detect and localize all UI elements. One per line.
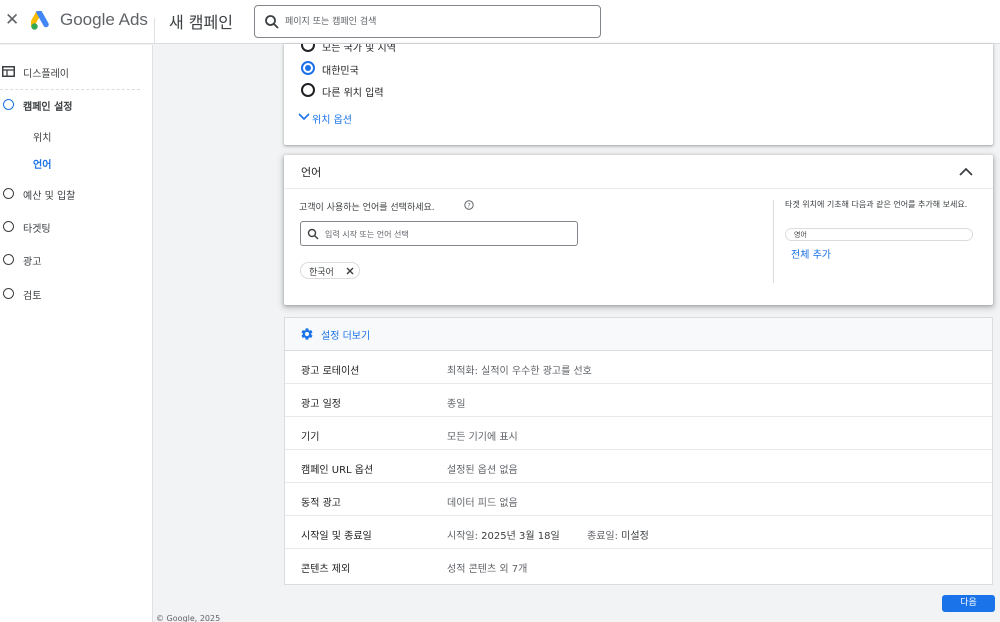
setting-value: 최적화: 실적이 우수한 광고를 선호 xyxy=(447,366,592,377)
sidebar-item-campaign-settings[interactable]: 캠페인 설정 xyxy=(0,93,150,117)
brand-name: Google Ads xyxy=(60,10,148,29)
vertical-divider xyxy=(773,200,774,283)
setting-key: 시작일 및 종료일 xyxy=(301,531,372,542)
end-date-value: 미설정 xyxy=(621,531,649,542)
sidebar-item-label: 예산 및 입찰 xyxy=(23,191,76,202)
setting-row-dates[interactable]: 시작일 및 종료일 시작일: 2025년 3월 18일 종료일: 미설정 xyxy=(285,516,992,549)
step-circle-icon xyxy=(3,99,14,110)
sidebar-subitem-location[interactable]: 위치 xyxy=(33,129,51,149)
radio-selected-icon xyxy=(301,61,315,75)
more-settings-label: 설정 더보기 xyxy=(321,331,371,342)
setting-value: 성적 콘텐츠 외 7개 xyxy=(447,564,528,575)
sidebar-item-budget-bidding[interactable]: 예산 및 입찰 xyxy=(0,182,150,206)
page-title: 새 캠페인 xyxy=(169,13,233,32)
location-card: 모든 국가 및 지역 대한민국 다른 위치 입력 위치 옵션 xyxy=(284,44,993,145)
language-search-box[interactable] xyxy=(300,221,578,246)
divider xyxy=(0,89,140,90)
location-option-label: 모든 국가 및 지역 xyxy=(322,44,396,54)
help-icon[interactable]: ? xyxy=(464,200,474,210)
start-date-value: 2025년 3월 18일 xyxy=(481,531,560,542)
header-divider xyxy=(154,18,155,44)
google-ads-logo xyxy=(31,11,49,30)
radio-icon xyxy=(301,83,315,97)
setting-row-url-options[interactable]: 캠페인 URL 옵션 설정된 옵션 없음 xyxy=(285,450,992,483)
language-chip-label: 한국어 xyxy=(309,268,334,278)
step-circle-icon xyxy=(3,288,14,299)
start-date-label: 시작일: xyxy=(447,531,478,542)
sidebar-item-display[interactable]: 디스플레이 xyxy=(0,59,140,85)
svg-text:?: ? xyxy=(467,202,470,210)
sidebar-item-label: 광고 xyxy=(23,257,42,268)
copyright-text: © Google, 2025 xyxy=(156,614,221,622)
step-circle-icon xyxy=(3,254,14,265)
setting-row-ad-rotation[interactable]: 광고 로테이션 최적화: 실적이 우수한 광고를 선호 xyxy=(285,351,992,384)
sidebar-item-review[interactable]: 검토 xyxy=(0,282,150,306)
more-settings-card: 설정 더보기 광고 로테이션 최적화: 실적이 우수한 광고를 선호 광고 일정… xyxy=(284,317,993,585)
close-icon[interactable] xyxy=(345,266,355,276)
sidebar-item-label: 디스플레이 xyxy=(23,69,69,80)
setting-key: 동적 광고 xyxy=(301,498,341,509)
section-title: 언어 xyxy=(301,166,322,179)
add-all-link[interactable]: 전체 추가 xyxy=(791,246,831,261)
suggested-language-label: 영어 xyxy=(794,231,807,239)
step-circle-icon xyxy=(3,188,14,199)
sidebar-item-ads[interactable]: 광고 xyxy=(0,248,150,272)
language-chip: 한국어 xyxy=(300,262,360,279)
location-option-label: 대한민국 xyxy=(322,66,359,77)
setting-key: 광고 일정 xyxy=(301,399,341,410)
sidebar-item-targeting[interactable]: 타겟팅 xyxy=(0,215,150,239)
language-card-header: 언어 xyxy=(284,155,993,189)
chevron-down-icon xyxy=(298,113,310,121)
suggested-language-chip[interactable]: 영어 xyxy=(785,228,973,241)
sidebar-item-label: 캠페인 설정 xyxy=(23,102,73,113)
step-circle-icon xyxy=(3,221,14,232)
start-date: 시작일: 2025년 3월 18일 xyxy=(447,527,560,542)
display-icon xyxy=(2,66,15,77)
search-icon xyxy=(265,15,279,29)
end-date: 종료일: 미설정 xyxy=(587,527,649,542)
gear-icon xyxy=(301,328,313,340)
location-option-label: 다른 위치 입력 xyxy=(322,88,384,99)
language-input[interactable] xyxy=(325,226,570,242)
setting-row-devices[interactable]: 기기 모든 기기에 표시 xyxy=(285,417,992,450)
setting-key: 광고 로테이션 xyxy=(301,366,360,377)
sidebar-subitem-language[interactable]: 언어 xyxy=(33,156,51,176)
setting-key: 콘텐츠 제외 xyxy=(301,564,351,575)
sidebar-item-label: 검토 xyxy=(23,291,42,302)
top-header: ✕ Google Ads 새 캠페인 xyxy=(0,0,1000,44)
language-question: 고객이 사용하는 언어를 선택하세요. xyxy=(299,203,435,213)
setting-row-content-exclusions[interactable]: 콘텐츠 제외 성적 콘텐츠 외 7개 xyxy=(285,549,992,582)
setting-row-dynamic-ads[interactable]: 동적 광고 데이터 피드 없음 xyxy=(285,483,992,516)
search-box[interactable] xyxy=(254,5,601,38)
setting-key: 캠페인 URL 옵션 xyxy=(301,465,374,476)
next-button[interactable]: 다음 xyxy=(942,595,995,612)
setting-key: 기기 xyxy=(301,432,320,443)
sidebar-item-label: 타겟팅 xyxy=(23,224,51,235)
language-card: 언어 고객이 사용하는 언어를 선택하세요. ? 한국어 타겟 위치에 기초해 … xyxy=(284,155,993,305)
chevron-up-icon[interactable] xyxy=(958,165,974,179)
setting-value: 설정된 옵션 없음 xyxy=(447,465,518,476)
search-icon xyxy=(307,228,319,240)
search-input[interactable] xyxy=(285,12,585,32)
close-icon[interactable]: ✕ xyxy=(5,11,19,29)
setting-value: 종일 xyxy=(447,399,466,410)
location-options-label: 위치 옵션 xyxy=(312,115,352,126)
sidebar: 디스플레이 캠페인 설정 위치 언어 예산 및 입찰 타겟팅 광고 검토 xyxy=(0,45,153,622)
end-date-label: 종료일: xyxy=(587,531,618,542)
language-suggestion-text: 타겟 위치에 기초해 다음과 같은 언어를 추가해 보세요. xyxy=(785,200,968,209)
setting-row-ad-schedule[interactable]: 광고 일정 종일 xyxy=(285,384,992,417)
more-settings-toggle[interactable]: 설정 더보기 xyxy=(285,318,992,351)
setting-value: 데이터 피드 없음 xyxy=(447,498,518,509)
radio-icon xyxy=(301,44,315,52)
setting-value: 모든 기기에 표시 xyxy=(447,432,518,443)
